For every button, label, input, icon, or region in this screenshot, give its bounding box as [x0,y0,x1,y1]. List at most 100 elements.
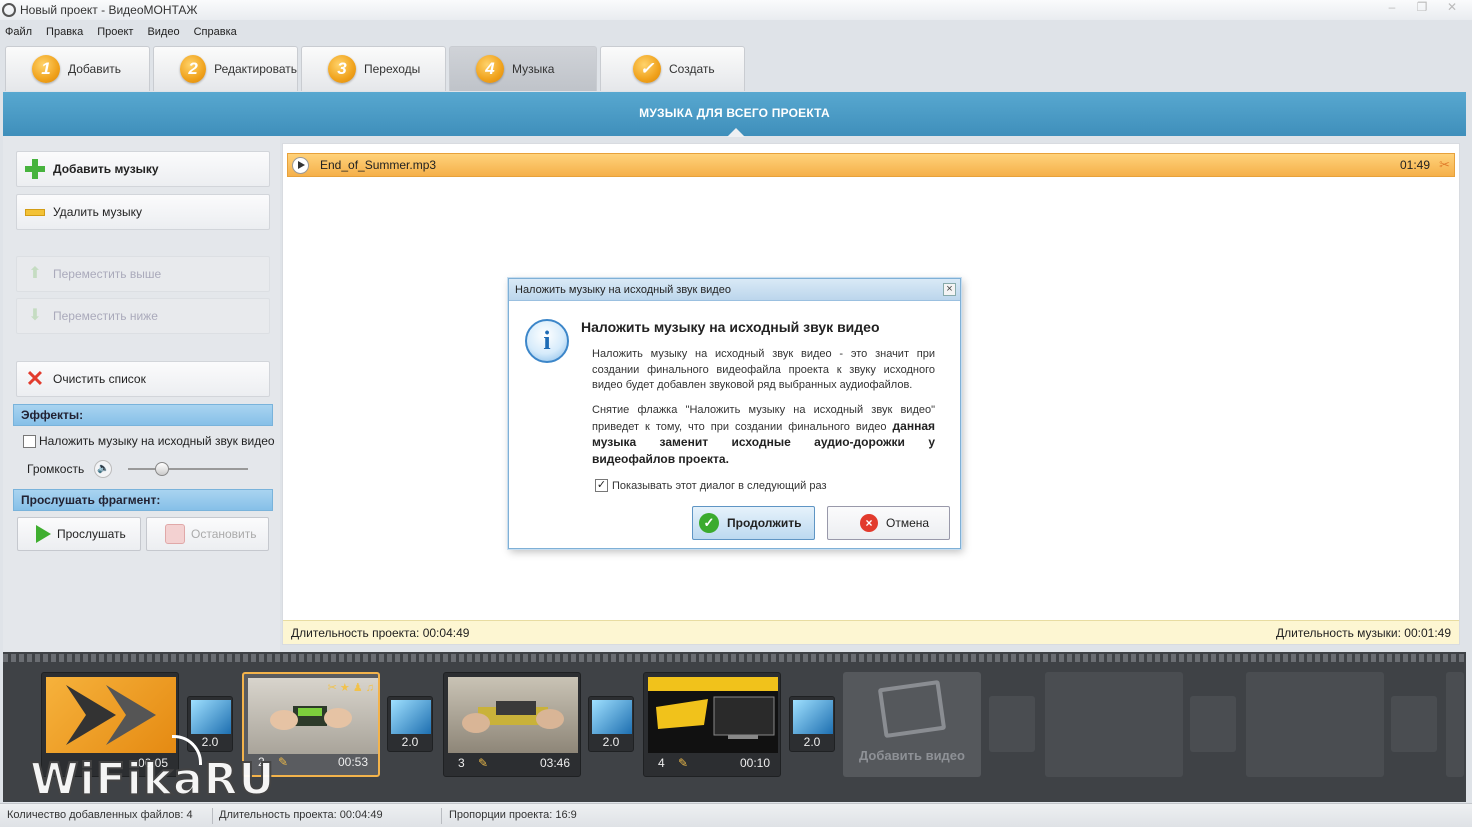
green-check-icon: ✓ [699,513,719,533]
plus-icon [25,159,45,179]
timeline-clip[interactable]: 4 ✎ 00:10 [643,672,781,777]
header-notch [727,128,745,137]
title-bar: Новый проект - ВидеоМОНТАЖ – ❐ ✕ [0,0,1472,20]
move-down-button[interactable]: ⬇ Переместить ниже [16,298,270,334]
step-1-icon: 1 [32,55,60,83]
pencil-icon[interactable]: ✎ [678,756,688,770]
tab-label: Добавить [68,62,122,76]
dialog-titlebar: Наложить музыку на исходный звук видео × [509,279,960,301]
menu-file[interactable]: Файл [5,22,32,42]
remove-music-button[interactable]: Удалить музыку [16,194,270,230]
clear-list-label: Очистить список [53,372,146,386]
transition-item[interactable]: 2.0 [588,696,634,752]
transition-item[interactable]: 2.0 [387,696,433,752]
dialog-paragraph-2-text: Снятие флажка "Наложить музыку на исходн… [592,404,935,433]
add-music-button[interactable]: Добавить музыку [16,151,270,187]
status-project-duration: Длительность проекта: 00:04:49 [219,809,383,821]
overlay-music-dialog: Наложить музыку на исходный звук видео ×… [508,278,961,549]
transition-duration: 2.0 [602,735,620,749]
add-music-label: Добавить музыку [53,162,159,176]
transition-thumbnail [191,700,231,734]
tab-label: Создать [669,62,715,76]
timeline-clip[interactable]: 3 ✎ 03:46 [443,672,581,777]
dialog-title: Наложить музыку на исходный звук видео [515,284,731,296]
menu-project[interactable]: Проект [97,22,133,42]
cancel-button[interactable]: × Отмена [827,506,950,540]
clip-thumbnail: ✂ ★ ♟ ♫ [248,678,378,754]
arrow-down-icon: ⬇ [28,307,42,324]
duration-info-bar: Длительность проекта: 00:04:49 Длительно… [283,620,1459,644]
tab-transitions[interactable]: 3 Переходы [301,46,446,91]
menu-video[interactable]: Видео [147,22,179,42]
show-again-label: Показывать этот диалог в следующий раз [612,479,827,492]
continue-label: Продолжить [727,516,802,530]
step-tabs: 1 Добавить 2 Редактировать 3 Переходы 4 … [5,46,745,92]
overlay-audio-checkbox[interactable]: Наложить музыку на исходный звук видео [23,434,275,448]
red-x-icon: ✕ [25,366,45,391]
tab-label: Редактировать [214,62,297,76]
move-down-label: Переместить ниже [53,309,158,323]
clip-duration: 00:53 [337,755,368,769]
slider-knob[interactable] [155,462,170,476]
track-play-icon[interactable] [292,156,309,174]
watermark-logo: WiFikaRU [29,753,276,806]
clip-effect-icons: ✂ ★ ♟ ♫ [327,682,374,694]
minus-icon [25,208,45,216]
add-video-slot[interactable]: Добавить видео [843,672,981,777]
section-title: МУЗЫКА ДЛЯ ВСЕГО ПРОЕКТА [639,106,830,120]
transition-item[interactable]: 2.0 [789,696,835,752]
volume-slider[interactable] [128,461,249,477]
checkbox-unchecked[interactable] [23,434,36,448]
tab-edit[interactable]: 2 Редактировать [153,46,298,91]
track-filename: End_of_Summer.mp3 [320,158,437,172]
listen-button[interactable]: Прослушать [17,517,141,551]
film-icon [877,679,947,739]
clip-thumbnail [46,677,176,753]
app-icon [2,3,16,17]
info-icon: i [525,319,569,363]
tab-add[interactable]: 1 Добавить [5,46,150,91]
dialog-close-icon[interactable]: × [943,283,956,296]
window-title: Новый проект - ВидеоМОНТАЖ [20,3,198,17]
show-again-checkbox[interactable]: ✓ Показывать этот диалог в следующий раз [595,479,827,492]
clip-thumbnail [648,677,778,753]
empty-transition-slot [1391,696,1437,752]
checkbox-checked[interactable]: ✓ [595,479,608,492]
subscribe-screen-image [648,677,778,739]
step-4-icon: 4 [476,55,504,83]
continue-button[interactable]: ✓ Продолжить [692,506,815,540]
tab-create[interactable]: ✓ Создать [600,46,745,91]
minimize-icon[interactable]: – [1386,0,1398,14]
menu-edit[interactable]: Правка [46,22,83,42]
clip-number: 4 [658,756,665,770]
step-2-icon: 2 [180,55,207,83]
pencil-icon[interactable]: ✎ [478,756,488,770]
checkmark-icon: ✓ [633,55,661,83]
transition-thumbnail [391,700,431,734]
status-aspect-ratio: Пропорции проекта: 16:9 [449,809,577,821]
clip-duration: 03:46 [539,756,570,770]
clip-number: 3 [458,756,465,770]
menu-help[interactable]: Справка [194,22,237,42]
step-3-icon: 3 [328,55,356,83]
maximize-icon[interactable]: ❐ [1416,0,1428,14]
pencil-icon[interactable]: ✎ [278,755,288,769]
music-duration-label: Длительность музыки: 00:01:49 [1276,625,1451,640]
empty-transition-slot [1190,696,1236,752]
scissors-icon[interactable]: ✂ [1439,157,1450,173]
dialog-heading: Наложить музыку на исходный звук видео [581,319,880,335]
clear-list-button[interactable]: ✕ Очистить список [16,361,270,397]
move-up-button[interactable]: ⬆ Переместить выше [16,256,270,292]
slider-track [128,468,249,470]
volume-row: Громкость 🔈 [27,460,249,478]
tab-music[interactable]: 4 Музыка [449,46,597,91]
close-icon[interactable]: ✕ [1446,0,1458,14]
empty-clip-slot [1446,672,1464,777]
speaker-icon[interactable]: 🔈 [94,460,113,478]
remove-music-label: Удалить музыку [53,205,143,219]
music-track-row[interactable]: End_of_Summer.mp3 01:49 ✂ [287,153,1455,177]
red-cancel-icon: × [860,514,878,532]
status-separator [441,808,442,824]
status-separator [212,808,213,824]
stop-button[interactable]: Остановить [146,517,269,551]
